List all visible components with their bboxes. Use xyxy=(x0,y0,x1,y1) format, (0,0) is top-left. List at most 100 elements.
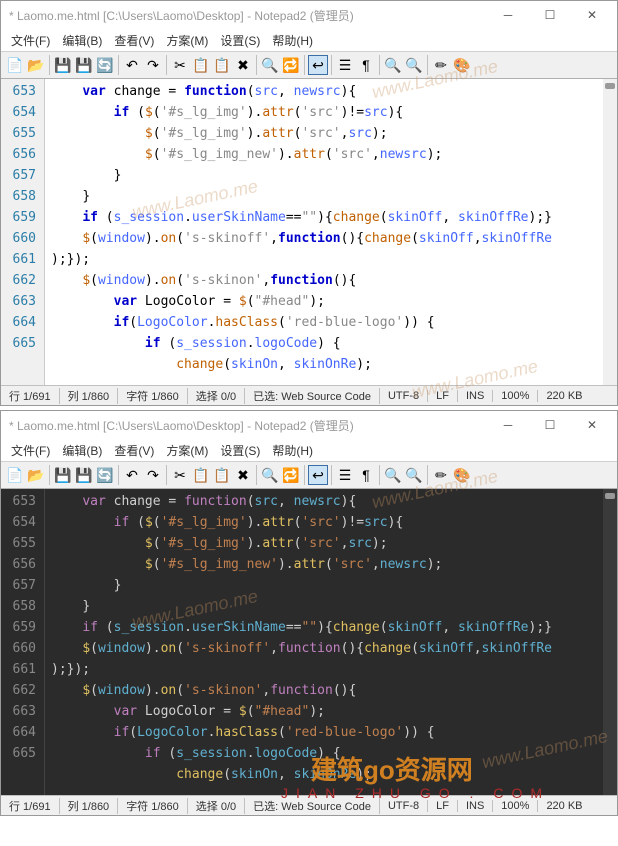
menu-方案[interactable]: 方案(M) xyxy=(160,30,214,51)
new-button[interactable]: 📄 xyxy=(5,55,25,75)
menu-查看[interactable]: 查看(V) xyxy=(108,30,160,51)
vertical-scrollbar[interactable] xyxy=(603,489,617,795)
menu-文件[interactable]: 文件(F) xyxy=(5,30,56,51)
code-line[interactable]: if ($('#s_lg_img').attr('src')!=src){ xyxy=(51,512,611,533)
line-gutter: 653654655656657658659660661662663664665 xyxy=(1,79,45,385)
wrap-button[interactable]: ↩ xyxy=(308,55,328,75)
zoomout-button[interactable]: 🔍 xyxy=(404,465,424,485)
menu-编辑[interactable]: 编辑(B) xyxy=(56,440,108,461)
code-line[interactable]: if(LogoColor.hasClass('red-blue-logo')) … xyxy=(51,312,611,333)
replace-button[interactable]: 🔁 xyxy=(281,55,301,75)
code-line[interactable]: if(LogoColor.hasClass('red-blue-logo')) … xyxy=(51,722,611,743)
menu-设置[interactable]: 设置(S) xyxy=(214,440,266,461)
code-area[interactable]: var change = function(src, newsrc){ if (… xyxy=(45,489,617,795)
menu-方案[interactable]: 方案(M) xyxy=(160,440,214,461)
menu-帮助[interactable]: 帮助(H) xyxy=(266,440,319,461)
scheme-button[interactable]: 🎨 xyxy=(452,465,472,485)
paste-button[interactable]: 📋 xyxy=(212,55,232,75)
code-line[interactable]: if ($('#s_lg_img').attr('src')!=src){ xyxy=(51,102,611,123)
settings-button[interactable]: ✏ xyxy=(431,465,451,485)
delete-button[interactable]: ✖ xyxy=(233,55,253,75)
code-line[interactable]: $('#s_lg_img_new').attr('src',newsrc); xyxy=(51,144,611,165)
code-line[interactable]: );}); xyxy=(51,249,611,270)
numbers-button[interactable]: ☰ xyxy=(335,465,355,485)
code-line[interactable]: var LogoColor = $("#head"); xyxy=(51,291,611,312)
maximize-button[interactable]: ☐ xyxy=(529,413,571,437)
code-line[interactable]: $(window).on('s-skinoff',function(){chan… xyxy=(51,638,611,659)
saveas-button[interactable]: 💾 xyxy=(74,465,94,485)
copy-button[interactable]: 📋 xyxy=(191,55,211,75)
status-col: 列 1/860 xyxy=(60,798,119,814)
code-editor[interactable]: 653654655656657658659660661662663664665 … xyxy=(1,79,617,385)
saveas-button[interactable]: 💾 xyxy=(74,55,94,75)
status-sel: 选择 0/0 xyxy=(188,798,245,814)
save-button[interactable]: 💾 xyxy=(53,55,73,75)
undo-button[interactable]: ↶ xyxy=(122,55,142,75)
code-line[interactable]: $('#s_lg_img').attr('src',src); xyxy=(51,533,611,554)
menu-文件[interactable]: 文件(F) xyxy=(5,440,56,461)
code-line[interactable]: $('#s_lg_img').attr('src',src); xyxy=(51,123,611,144)
redo-button[interactable]: ↷ xyxy=(143,465,163,485)
menu-设置[interactable]: 设置(S) xyxy=(214,30,266,51)
cut-button[interactable]: ✂ xyxy=(170,55,190,75)
wrap-button[interactable]: ↩ xyxy=(308,465,328,485)
code-line[interactable]: } xyxy=(51,165,611,186)
status-ins: INS xyxy=(458,390,493,402)
maximize-button[interactable]: ☐ xyxy=(529,3,571,27)
code-line[interactable]: $(window).on('s-skinoff',function(){chan… xyxy=(51,228,611,249)
code-line[interactable]: } xyxy=(51,575,611,596)
vertical-scrollbar[interactable] xyxy=(603,79,617,385)
status-size: 220 KB xyxy=(538,390,590,402)
copy-button[interactable]: 📋 xyxy=(191,465,211,485)
numbers-button[interactable]: ☰ xyxy=(335,55,355,75)
revert-button[interactable]: 🔄 xyxy=(95,465,115,485)
code-line[interactable]: change(skinOn, skinOnRe); xyxy=(51,354,611,375)
minimize-button[interactable]: ─ xyxy=(487,413,529,437)
find-button[interactable]: 🔍 xyxy=(260,55,280,75)
menu-帮助[interactable]: 帮助(H) xyxy=(266,30,319,51)
ws-button[interactable]: ¶ xyxy=(356,465,376,485)
replace-button[interactable]: 🔁 xyxy=(281,465,301,485)
new-button[interactable]: 📄 xyxy=(5,465,25,485)
code-line[interactable]: var change = function(src, newsrc){ xyxy=(51,491,611,512)
status-size: 220 KB xyxy=(538,800,590,812)
close-button[interactable]: ✕ xyxy=(571,3,613,27)
save-button[interactable]: 💾 xyxy=(53,465,73,485)
revert-button[interactable]: 🔄 xyxy=(95,55,115,75)
open-button[interactable]: 📂 xyxy=(26,55,46,75)
code-line[interactable]: $(window).on('s-skinon',function(){ xyxy=(51,680,611,701)
zoomin-button[interactable]: 🔍 xyxy=(383,55,403,75)
find-button[interactable]: 🔍 xyxy=(260,465,280,485)
scheme-button[interactable]: 🎨 xyxy=(452,55,472,75)
code-line[interactable]: var LogoColor = $("#head"); xyxy=(51,701,611,722)
code-line[interactable]: if (s_session.logoCode) { xyxy=(51,743,611,764)
redo-button[interactable]: ↷ xyxy=(143,55,163,75)
code-line[interactable]: var change = function(src, newsrc){ xyxy=(51,81,611,102)
close-button[interactable]: ✕ xyxy=(571,413,613,437)
code-line[interactable]: change(skinOn, skinOnRe); xyxy=(51,764,611,785)
code-line[interactable]: if (s_session.userSkinName==""){change(s… xyxy=(51,617,611,638)
delete-button[interactable]: ✖ xyxy=(233,465,253,485)
code-area[interactable]: var change = function(src, newsrc){ if (… xyxy=(45,79,617,385)
code-line[interactable]: $('#s_lg_img_new').attr('src',newsrc); xyxy=(51,554,611,575)
status-enc: 已选: Web Source Code xyxy=(245,388,380,404)
code-editor[interactable]: 653654655656657658659660661662663664665 … xyxy=(1,489,617,795)
open-button[interactable]: 📂 xyxy=(26,465,46,485)
code-line[interactable]: } xyxy=(51,596,611,617)
titlebar: * Laomo.me.html [C:\Users\Laomo\Desktop]… xyxy=(1,411,617,439)
menu-查看[interactable]: 查看(V) xyxy=(108,440,160,461)
code-line[interactable]: if (s_session.userSkinName==""){change(s… xyxy=(51,207,611,228)
zoomin-button[interactable]: 🔍 xyxy=(383,465,403,485)
undo-button[interactable]: ↶ xyxy=(122,465,142,485)
settings-button[interactable]: ✏ xyxy=(431,55,451,75)
code-line[interactable]: if (s_session.logoCode) { xyxy=(51,333,611,354)
menu-编辑[interactable]: 编辑(B) xyxy=(56,30,108,51)
zoomout-button[interactable]: 🔍 xyxy=(404,55,424,75)
code-line[interactable]: $(window).on('s-skinon',function(){ xyxy=(51,270,611,291)
ws-button[interactable]: ¶ xyxy=(356,55,376,75)
paste-button[interactable]: 📋 xyxy=(212,465,232,485)
code-line[interactable]: } xyxy=(51,186,611,207)
code-line[interactable]: );}); xyxy=(51,659,611,680)
minimize-button[interactable]: ─ xyxy=(487,3,529,27)
cut-button[interactable]: ✂ xyxy=(170,465,190,485)
